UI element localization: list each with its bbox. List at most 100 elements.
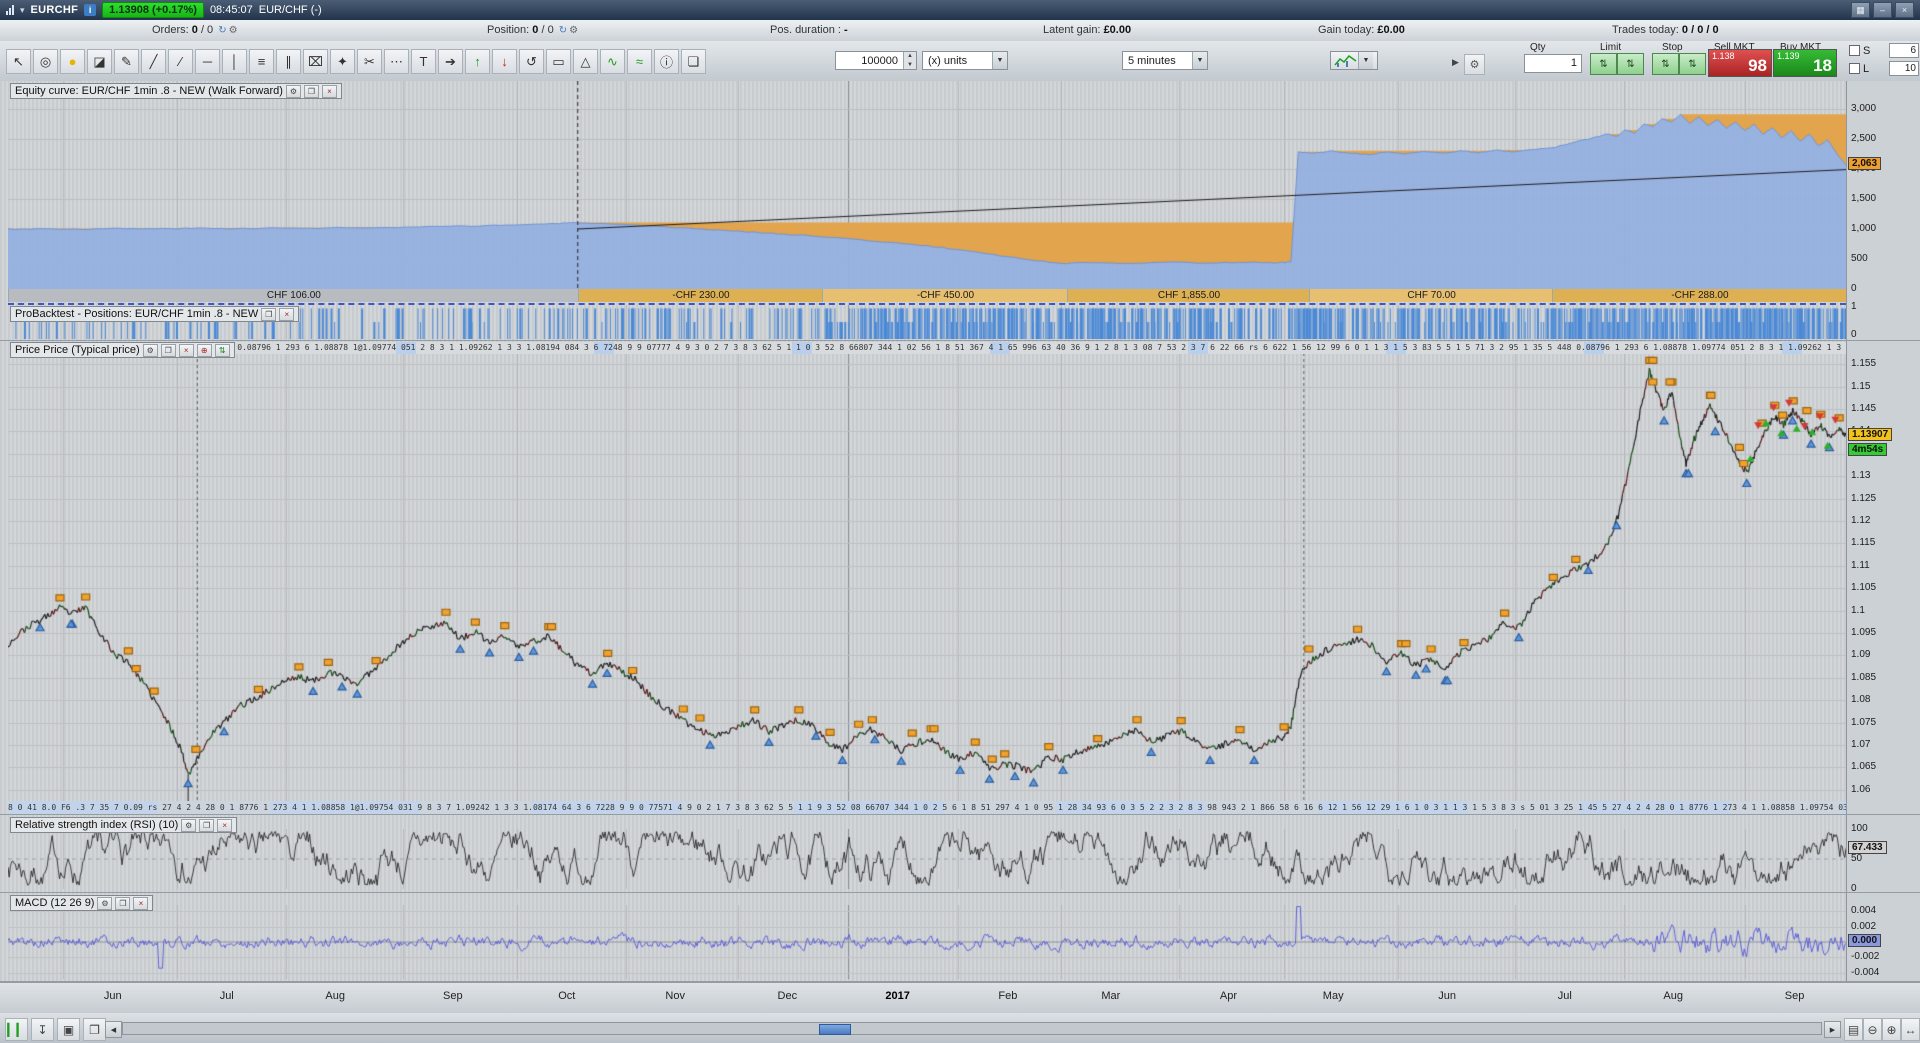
scrollbar-thumb[interactable] [819, 1024, 852, 1035]
gear-icon[interactable]: ⚙ [142, 343, 158, 357]
horizontal-scrollbar[interactable] [122, 1022, 1822, 1035]
sell-market-button[interactable]: 1.138 98 [1708, 49, 1772, 77]
tool-trend-line-button[interactable]: ╱ [141, 49, 166, 74]
window-icon[interactable]: ❐ [261, 307, 277, 321]
tool-parallel-channel-button[interactable]: ∥ [276, 49, 301, 74]
macd-chart[interactable] [8, 905, 1846, 979]
tool-fibonacci-button[interactable]: ≡ [249, 49, 274, 74]
gear-icon[interactable]: ⚙ [97, 896, 113, 910]
tool-zigzag-button[interactable]: ∿ [600, 49, 625, 74]
sell-limit-button[interactable]: ⇅ [1590, 53, 1617, 75]
axis-tick-label: 1.08 [1851, 694, 1871, 706]
add-indicator-icon[interactable]: ⊕ [196, 343, 212, 357]
sell-stop-button[interactable]: ⇅ [1652, 53, 1679, 75]
equity-chart[interactable] [8, 81, 1846, 289]
tool-segment-button[interactable]: ∕ [168, 49, 193, 74]
x-axis-label: Sep [1784, 990, 1805, 1002]
quote-chart-icon[interactable]: ▎▎ [5, 1018, 28, 1041]
tool-vertical-line-button[interactable]: │ [222, 49, 247, 74]
tool-triangle-button[interactable]: △ [573, 49, 598, 74]
tool-scissors-button[interactable]: ✂ [357, 49, 382, 74]
close-icon[interactable]: × [217, 818, 233, 832]
axis-tick-label: 1,500 [1851, 193, 1877, 204]
tool-arrow-up-button[interactable]: ↑ [465, 49, 490, 74]
clock-label: 08:45:07 [209, 4, 253, 16]
price-chart[interactable] [8, 353, 1846, 801]
tool-pattern-button[interactable]: ✦ [330, 49, 355, 74]
walkforward-segment: CHF 1,855.00 [1066, 289, 1311, 302]
buy-market-button[interactable]: 1.139 18 [1773, 49, 1837, 77]
close-icon[interactable]: × [321, 84, 337, 98]
walkforward-strip: CHF 106.00 -CHF 230.00 -CHF 450.00 CHF 1,85… [8, 289, 1846, 302]
tool-alarm-button[interactable]: ● [60, 49, 85, 74]
rsi-chart[interactable] [8, 829, 1846, 889]
screenshot-icon[interactable]: ▣ [57, 1018, 80, 1041]
chart-style-select[interactable]: ▼ [1330, 51, 1378, 70]
trades-today-label: Trades today: [1612, 24, 1679, 36]
axis-tick-label: 0 [1851, 283, 1857, 294]
window-icon[interactable]: ❐ [115, 896, 131, 910]
chart-settings-icon[interactable]: ▤ [1844, 1018, 1863, 1041]
chevron-down-icon: ▼ [1358, 52, 1373, 69]
tool-arrow-down-button[interactable]: ↓ [492, 49, 517, 74]
tool-zigzag-filled-button[interactable]: ≈ [627, 49, 652, 74]
tool-text-button[interactable]: T [411, 49, 436, 74]
axis-tick-label: -0.004 [1851, 966, 1880, 978]
sort-arrows-icon[interactable]: ⇅ [214, 343, 230, 357]
trades-today-stat: Trades today: 0 / 0 / 0 [1612, 24, 1719, 36]
tool-zoom-button[interactable]: ◎ [33, 49, 58, 74]
window-icon[interactable]: ❐ [199, 818, 215, 832]
orders-suffix: / 0 [200, 24, 214, 36]
close-icon[interactable]: × [133, 896, 149, 910]
fit-screen-icon[interactable]: ↔ [1901, 1018, 1920, 1041]
tool-horizontal-line-button[interactable]: ─ [195, 49, 220, 74]
tool-cursor-button[interactable]: ↖ [6, 49, 31, 74]
zoom-in-icon[interactable]: ⊕ [1882, 1018, 1901, 1041]
wrench-icon[interactable]: ⚙ [1464, 54, 1485, 75]
quantity-stepper[interactable]: 100000 ▲ ▼ [835, 51, 917, 70]
tool-eraser-button[interactable]: ◪ [87, 49, 112, 74]
zoom-out-icon[interactable]: ⊖ [1863, 1018, 1882, 1041]
refresh-icon[interactable]: ↻ [559, 25, 567, 36]
refresh-icon[interactable]: ↻ [218, 25, 226, 36]
buy-stop-button[interactable]: ⇅ [1679, 53, 1706, 75]
tool-pencil-button[interactable]: ✎ [114, 49, 139, 74]
expand-arrow-icon[interactable]: ▶ [1452, 57, 1459, 68]
axis-tick-label: 1.095 [1851, 627, 1877, 638]
window-icon[interactable]: ❐ [160, 343, 176, 357]
tool-rectangle-button[interactable]: ▭ [546, 49, 571, 74]
tool-undo-button[interactable]: ↺ [519, 49, 544, 74]
sell-price-big: 98 [1748, 56, 1767, 75]
chevron-down-icon[interactable]: ▾ [20, 5, 25, 16]
tool-trash-button[interactable]: ⌧ [303, 49, 328, 74]
gear-icon[interactable]: ⚙ [285, 84, 301, 98]
x-axis-label: Feb [998, 990, 1018, 1002]
tool-info-button[interactable]: ⓘ [654, 49, 679, 74]
spinner-arrows[interactable]: ▲ ▼ [903, 52, 916, 69]
order-panel: Qty Limit Stop Sell MKT Buy MKT ▶ ⚙ 1 ⇅ … [1452, 41, 1846, 80]
close-icon[interactable]: × [178, 343, 194, 357]
tool-annotation-button[interactable]: ❏ [681, 49, 706, 74]
time-axis[interactable]: Jun Jul Aug Sep Oct Nov Dec 2017 Feb Mar Apr May Jun… [0, 982, 1920, 1013]
copy-icon[interactable]: ❐ [83, 1018, 106, 1041]
gear-icon[interactable]: ⚙ [229, 25, 238, 36]
download-icon[interactable]: ↧ [31, 1018, 54, 1041]
close-icon[interactable]: × [279, 307, 295, 321]
gear-icon[interactable]: ⚙ [569, 25, 578, 36]
scroll-right-arrow[interactable]: ▶ [1824, 1021, 1841, 1038]
price-axis[interactable]: 3,0002,5002,0001,5001,00050002,063101.15… [1846, 0, 1920, 1012]
window-icon[interactable]: ❐ [303, 84, 319, 98]
trades-mid-value: / 0 [1691, 24, 1704, 36]
stop-header: Stop [1662, 42, 1683, 53]
timeframe-select[interactable]: 5 minutes ▼ [1122, 51, 1208, 70]
units-select[interactable]: (x) units ▼ [922, 51, 1008, 70]
buy-limit-button[interactable]: ⇅ [1617, 53, 1644, 75]
scroll-left-arrow[interactable]: ◀ [105, 1021, 122, 1038]
tool-arrow-right-button[interactable]: ➔ [438, 49, 463, 74]
axis-tick-label: 2,500 [1851, 133, 1877, 144]
tool-more-tools-button[interactable]: ⋯ [384, 49, 409, 74]
qty-input[interactable]: 1 [1524, 54, 1582, 73]
gear-icon[interactable]: ⚙ [181, 818, 197, 832]
buy-price-big: 18 [1813, 56, 1832, 75]
info-icon[interactable]: i [84, 4, 97, 16]
